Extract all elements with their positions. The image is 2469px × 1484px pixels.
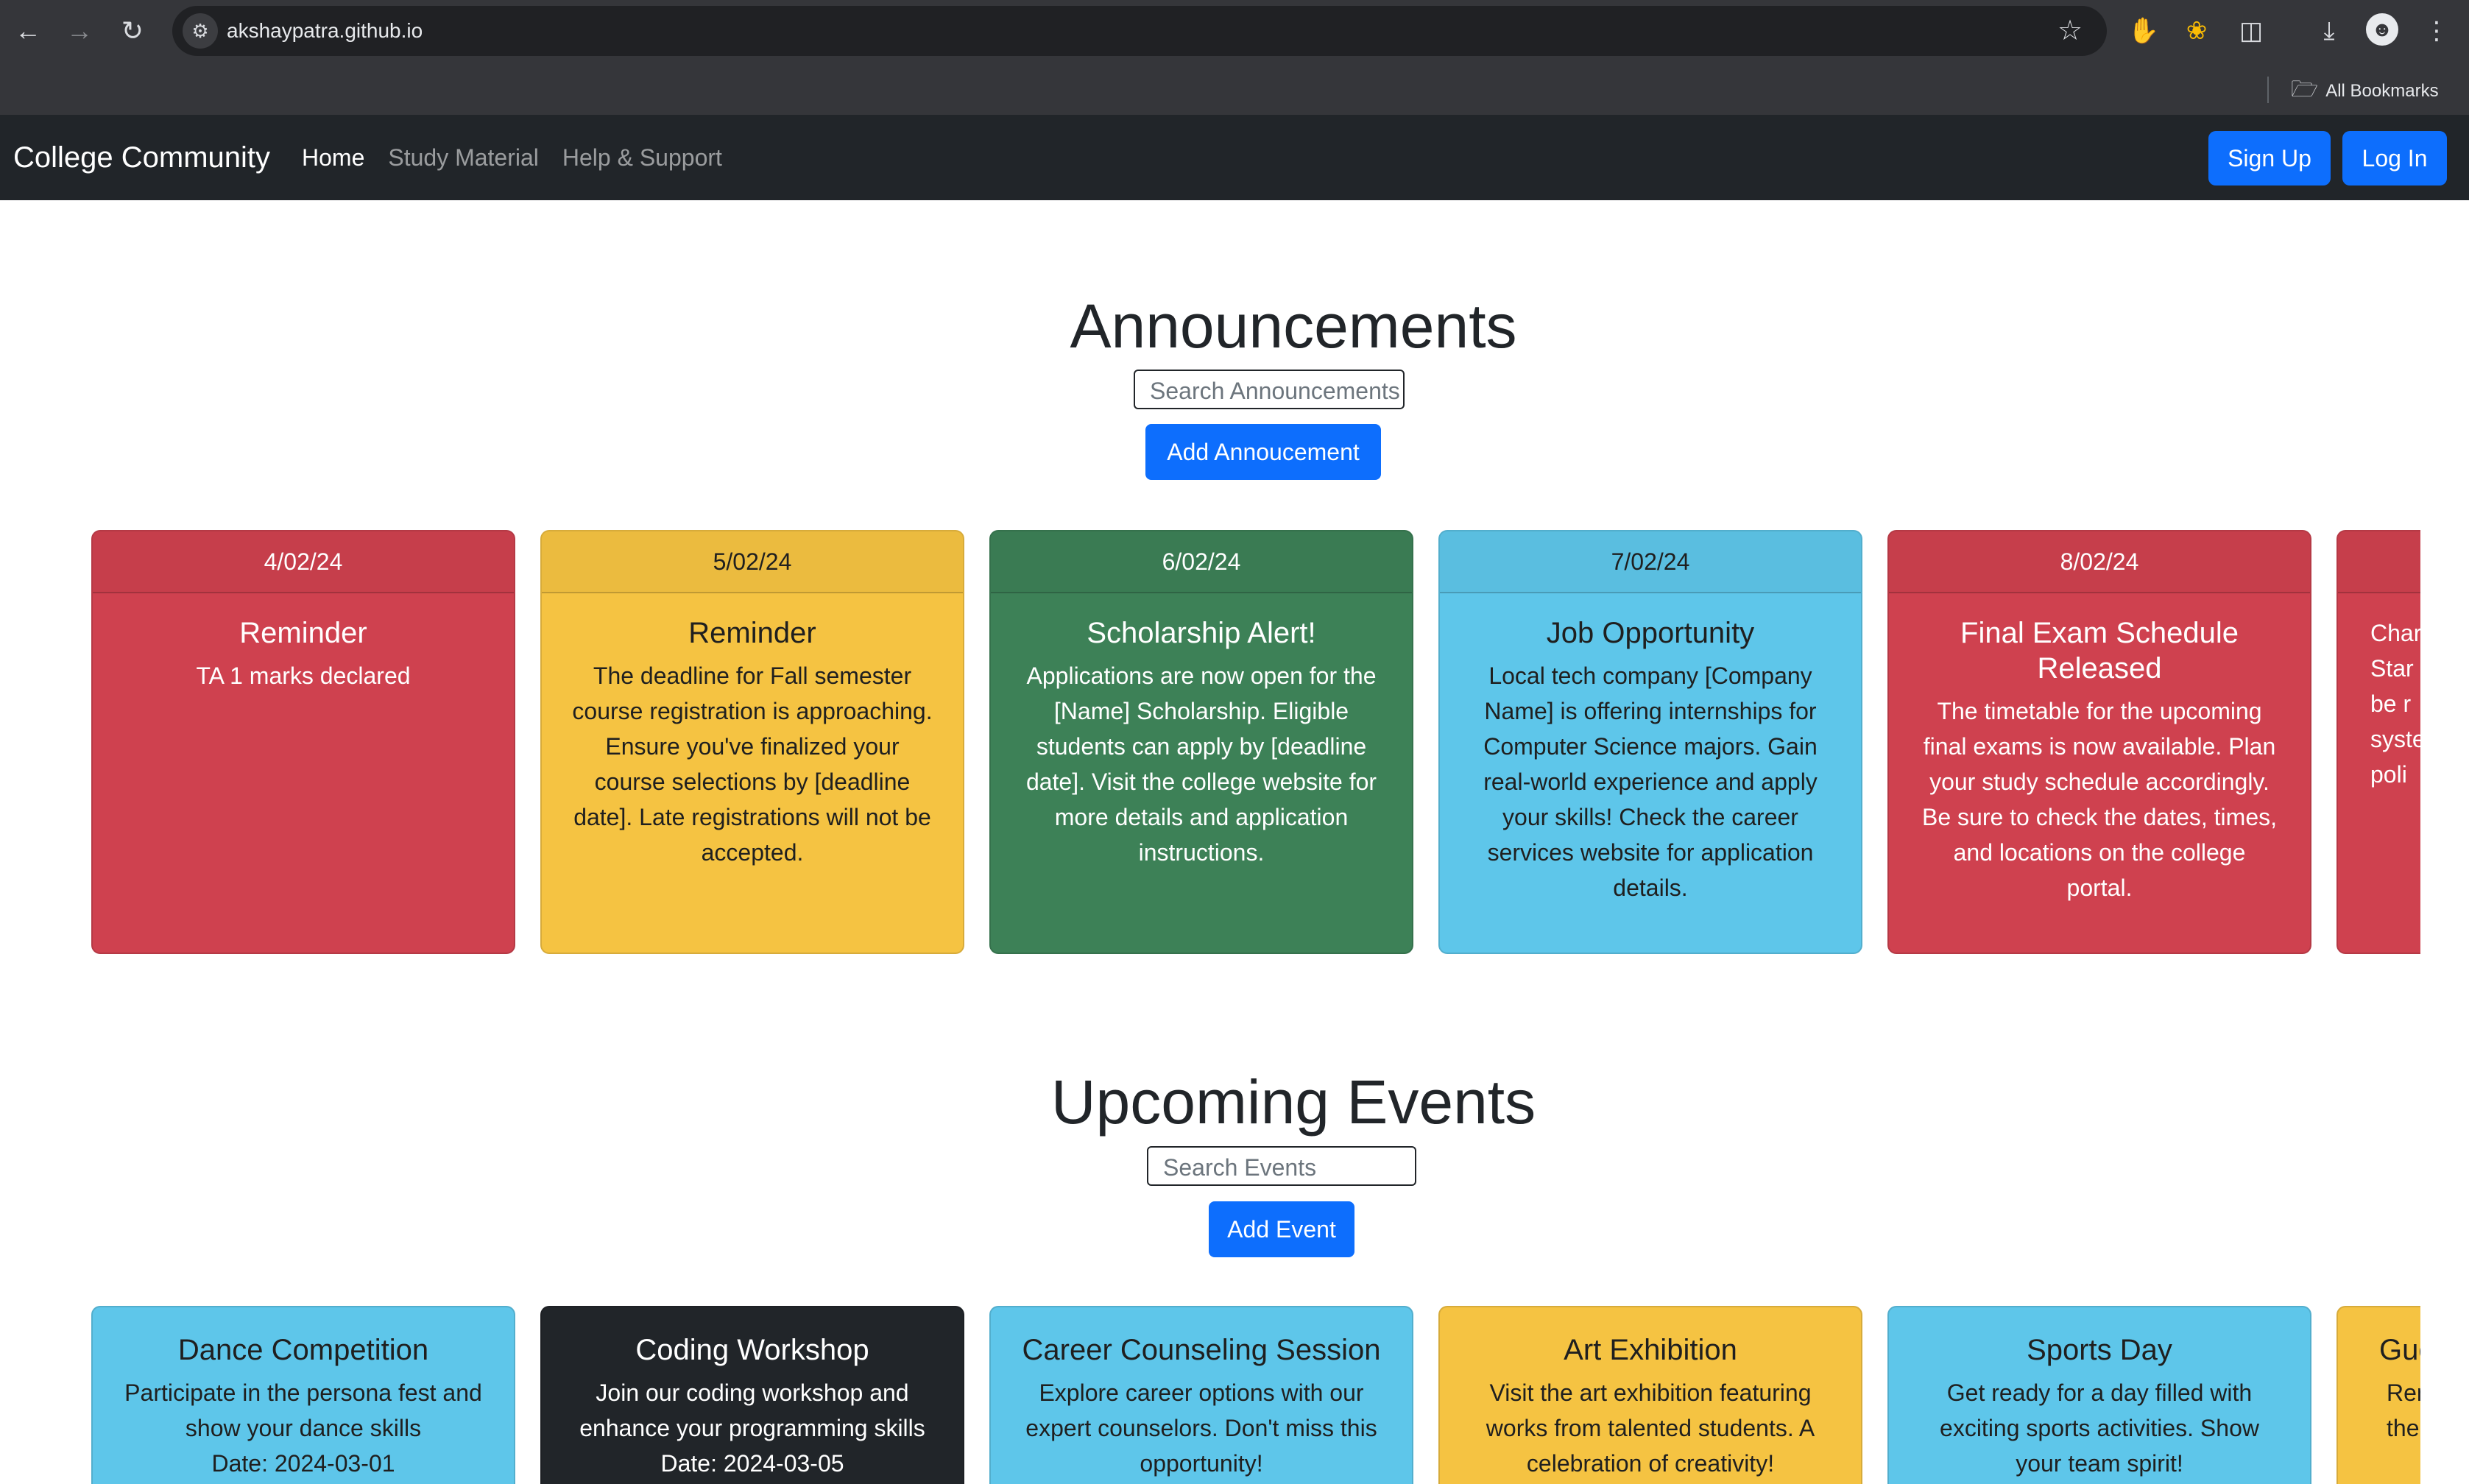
sign-up-button[interactable]: Sign Up: [2208, 131, 2331, 186]
announcements-search-placeholder: Search Announcements: [1150, 378, 1400, 404]
announcement-title: Final Exam Schedule Released: [1960, 617, 2239, 685]
announcement-text: The deadline for Fall semester course re…: [572, 662, 933, 866]
event-title: Dance Competition: [177, 1334, 429, 1366]
reload-icon[interactable]: ↻: [115, 13, 150, 49]
event-card: Sports Day Get ready for a day filled wi…: [1887, 1306, 2311, 1484]
announcement-card: 8/02/24 Final Exam Schedule Released The…: [1887, 530, 2311, 954]
back-arrow-icon[interactable]: ←: [10, 13, 46, 49]
events-title: Upcoming Events: [1050, 1067, 1536, 1137]
forward-arrow-icon[interactable]: →: [62, 13, 97, 49]
download-icon[interactable]: ⤓: [2311, 13, 2347, 49]
event-text: Get ready for a day filled with exciting…: [1940, 1379, 2259, 1477]
event-card-partial: Gue Rem thei: [2336, 1306, 2420, 1484]
nav-links: Home Study Material Help & Support: [302, 115, 746, 200]
announcement-title: Job Opportunity: [1546, 617, 1755, 649]
announcement-title: Scholarship Alert!: [1087, 617, 1316, 649]
site-settings-icon[interactable]: ⚙: [183, 13, 218, 49]
browser-toolbar: ← → ↻ ⚙ akshaypatra.github.io ☆ ✋ ❀ ◫ ⤓ …: [0, 0, 2469, 115]
announcement-text: Local tech company [Company Name] is off…: [1483, 662, 1818, 901]
announcement-date: 4/02/24: [93, 531, 514, 593]
event-text: Rem thei: [2387, 1379, 2420, 1441]
bookmarks-separator: [2267, 77, 2269, 103]
nav-link-home[interactable]: Home: [302, 115, 364, 200]
announcement-card: 5/02/24 Reminder The deadline for Fall s…: [540, 530, 964, 954]
announcement-date: 5/02/24: [542, 531, 963, 593]
extension-color-wheel-icon[interactable]: ❀: [2179, 13, 2214, 49]
event-card: Dance Competition Participate in the per…: [91, 1306, 515, 1484]
event-text: Join our coding workshop and enhance you…: [579, 1379, 925, 1477]
announcement-text: Applications are now open for the [Name]…: [1025, 662, 1377, 866]
more-menu-icon[interactable]: ⋮: [2419, 13, 2454, 49]
event-card: Coding Workshop Join our coding workshop…: [540, 1306, 964, 1484]
announcements-search-input[interactable]: Search Announcements: [1134, 370, 1405, 409]
event-card: Art Exhibition Visit the art exhibition …: [1438, 1306, 1862, 1484]
announcements-carousel: 4/02/24 Reminder TA 1 marks declared 5/0…: [91, 530, 2420, 955]
add-announcement-button[interactable]: Add Annoucement: [1145, 424, 1381, 480]
announcement-text: TA 1 marks declared: [196, 662, 411, 689]
folder-icon: 🗁: [2291, 77, 2319, 102]
event-title: Art Exhibition: [1564, 1334, 1737, 1366]
add-event-button[interactable]: Add Event: [1209, 1201, 1354, 1257]
all-bookmarks-button[interactable]: 🗁 All Bookmarks: [2291, 74, 2439, 106]
announcement-text: Char Star be r syste poli: [2370, 620, 2420, 788]
announcement-card: 4/02/24 Reminder TA 1 marks declared: [91, 530, 515, 954]
extensions-puzzle-icon[interactable]: ◫: [2233, 13, 2269, 49]
url-text[interactable]: akshaypatra.github.io: [227, 6, 423, 56]
event-title: Career Counseling Session: [1022, 1334, 1381, 1366]
brand-link[interactable]: College Community: [13, 115, 270, 200]
event-title: Sports Day: [2027, 1334, 2172, 1366]
events-search-input[interactable]: Search Events: [1147, 1146, 1416, 1186]
all-bookmarks-label: All Bookmarks: [2325, 81, 2439, 101]
site-navbar: College Community Home Study Material He…: [0, 115, 2469, 200]
announcement-date: 7/02/24: [1440, 531, 1861, 593]
log-in-button[interactable]: Log In: [2342, 131, 2447, 186]
announcement-card: 7/02/24 Job Opportunity Local tech compa…: [1438, 530, 1862, 954]
event-card: Career Counseling Session Explore career…: [989, 1306, 1413, 1484]
event-title: Gue: [2379, 1334, 2420, 1366]
announcements-title: Announcements: [1070, 292, 1517, 361]
announcement-text: The timetable for the upcoming final exa…: [1921, 698, 2277, 901]
nav-link-study-material[interactable]: Study Material: [388, 115, 539, 200]
bookmark-star-icon[interactable]: ☆: [2052, 13, 2088, 49]
announcement-title: Reminder: [239, 617, 367, 649]
profile-avatar[interactable]: ☻: [2366, 13, 2398, 46]
announcement-date: 8/02/24: [1889, 531, 2310, 593]
announcement-title: Reminder: [688, 617, 816, 649]
events-carousel: Dance Competition Participate in the per…: [91, 1306, 2420, 1484]
event-title: Coding Workshop: [635, 1334, 869, 1366]
announcement-card-partial: Char Star be r syste poli: [2336, 530, 2420, 954]
announcement-date: [2338, 531, 2420, 593]
announcement-card: 6/02/24 Scholarship Alert! Applications …: [989, 530, 1413, 954]
address-bar[interactable]: ⚙ akshaypatra.github.io ☆: [172, 6, 2107, 56]
extension-hand-icon[interactable]: ✋: [2126, 13, 2161, 49]
nav-link-help-support[interactable]: Help & Support: [562, 115, 722, 200]
events-search-placeholder: Search Events: [1163, 1154, 1317, 1181]
announcement-date: 6/02/24: [991, 531, 1412, 593]
event-text: Participate in the persona fest and show…: [124, 1379, 482, 1477]
event-text: Visit the art exhibition featuring works…: [1486, 1379, 1815, 1477]
event-text: Explore career options with our expert c…: [1025, 1379, 1377, 1477]
